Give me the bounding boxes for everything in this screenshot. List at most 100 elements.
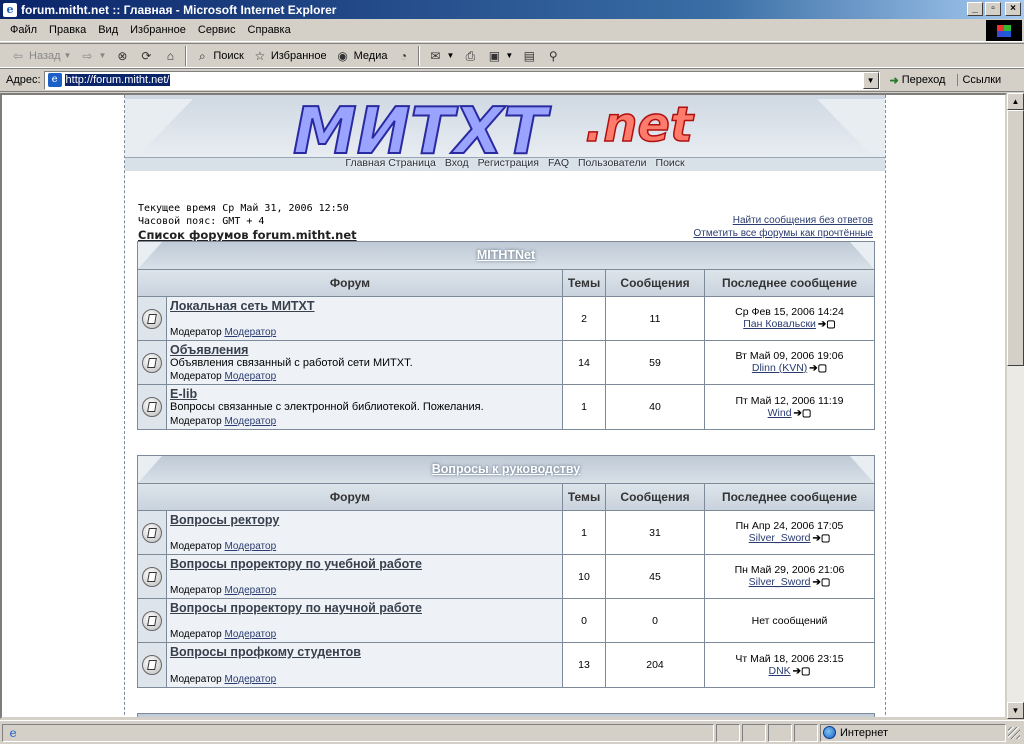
moderator-link[interactable]: Модератор <box>224 629 276 640</box>
moderator-link[interactable]: Модератор <box>224 585 276 596</box>
messenger-button[interactable]: ⚲ <box>541 45 565 67</box>
menu-favorites[interactable]: Избранное <box>124 24 192 36</box>
goto-last-post-icon[interactable]: ➔▢ <box>794 408 812 420</box>
history-button[interactable]: ◔ <box>391 45 415 67</box>
moderator-link[interactable]: Модератор <box>224 541 276 552</box>
forum-topics: 0 <box>563 599 606 642</box>
forward-dropdown-icon[interactable]: ▼ <box>98 51 106 60</box>
mail-dropdown-icon[interactable]: ▼ <box>446 51 454 60</box>
window-titlebar: e forum.mitht.net :: Главная - Microsoft… <box>0 0 1024 19</box>
category-table: Вопросы к руководству Форум Темы Сообщен… <box>137 455 875 688</box>
forum-topics: 2 <box>563 297 606 340</box>
edit-dropdown-icon[interactable]: ▼ <box>505 51 513 60</box>
forum-folder-icon <box>142 655 162 675</box>
vertical-scrollbar[interactable]: ▲ ▼ <box>1007 93 1024 719</box>
go-button[interactable]: ➜ Переход <box>886 74 950 87</box>
goto-last-post-icon[interactable]: ➔▢ <box>809 363 827 375</box>
internet-globe-icon <box>823 726 836 739</box>
menu-edit[interactable]: Правка <box>43 24 92 36</box>
menu-help[interactable]: Справка <box>242 24 297 36</box>
nav-faq[interactable]: FAQ <box>548 157 569 169</box>
unanswered-posts-link[interactable]: Найти сообщения без ответов <box>733 215 873 226</box>
last-post-user[interactable]: Dlinn (KVN) <box>752 362 807 374</box>
goto-last-post-icon[interactable]: ➔▢ <box>813 533 831 545</box>
nav-search[interactable]: Поиск <box>656 157 685 169</box>
forward-button[interactable]: ⇨ ▼ <box>75 45 110 67</box>
forum-name[interactable]: Объявления <box>170 343 559 357</box>
discuss-button[interactable]: ▤ <box>517 45 541 67</box>
moderator-link[interactable]: Модератор <box>224 674 276 685</box>
last-post-user[interactable]: Пан Ковальски <box>743 318 816 330</box>
status-bar: e Интернет <box>0 720 1024 744</box>
goto-last-post-icon[interactable]: ➔▢ <box>818 319 836 331</box>
forum-name[interactable]: E-lib <box>170 387 559 401</box>
forum-name[interactable]: Локальная сеть МИТХТ <box>170 299 559 313</box>
moderator-link[interactable]: Модератор <box>224 416 276 427</box>
menu-bar: Файл Правка Вид Избранное Сервис Справка <box>0 19 1024 42</box>
last-post: Ср Фев 15, 2006 14:24 Пан Ковальски ➔▢ <box>705 297 874 340</box>
moderator-link[interactable]: Модератор <box>224 371 276 382</box>
address-input[interactable]: e http://forum.mitht.net/ ▼ <box>43 70 880 90</box>
current-time: Текущее время Ср Май 31, 2006 12:50 <box>138 203 349 214</box>
nav-members[interactable]: Пользователи <box>578 157 647 169</box>
menu-view[interactable]: Вид <box>92 24 124 36</box>
forum-name[interactable]: Вопросы профкому студентов <box>170 645 559 659</box>
edit-icon: ▣ <box>488 48 501 63</box>
scroll-thumb[interactable] <box>1007 110 1024 366</box>
edit-button[interactable]: ▣ ▼ <box>482 45 517 67</box>
goto-last-post-icon[interactable]: ➔▢ <box>813 577 831 589</box>
media-button[interactable]: ◉ Медиа <box>331 45 392 67</box>
links-button[interactable]: Ссылки <box>957 74 1005 86</box>
site-logo[interactable]: МИТХТ .net <box>293 93 733 159</box>
mail-button[interactable]: ✉ ▼ <box>423 45 458 67</box>
favorites-star-icon: ☆ <box>254 48 266 63</box>
search-button[interactable]: ⌕ Поиск <box>190 45 247 67</box>
close-button[interactable]: × <box>1005 2 1021 16</box>
last-post-user[interactable]: Silver_Sword <box>749 576 811 588</box>
col-topics: Темы <box>563 484 606 510</box>
moderator-link[interactable]: Модератор <box>224 327 276 338</box>
forum-moderator: Модератор Модератор <box>170 327 277 338</box>
nav-register[interactable]: Регистрация <box>478 157 539 169</box>
category-header <box>138 714 874 717</box>
col-posts: Сообщения <box>606 484 705 510</box>
scroll-down-icon[interactable]: ▼ <box>1007 702 1024 719</box>
forum-name[interactable]: Вопросы ректору <box>170 513 559 527</box>
category-title[interactable]: MITHTNet <box>477 248 535 262</box>
stop-button[interactable]: ⊗ <box>110 45 134 67</box>
address-dropdown-icon[interactable]: ▼ <box>862 71 879 89</box>
home-icon: ⌂ <box>166 48 174 63</box>
mark-all-read-link[interactable]: Отметить все форумы как прочтённые <box>694 228 873 239</box>
forum-name[interactable]: Вопросы проректору по учебной работе <box>170 557 559 571</box>
last-post-user[interactable]: Wind <box>768 407 792 419</box>
forum-posts: 11 <box>606 297 705 340</box>
nav-login[interactable]: Вход <box>445 157 469 169</box>
refresh-button[interactable]: ⟳ <box>134 45 158 67</box>
address-url[interactable]: http://forum.mitht.net/ <box>64 74 171 86</box>
go-arrow-icon: ➜ <box>889 74 899 87</box>
back-button[interactable]: ⇦ Назад ▼ <box>6 45 75 67</box>
favorites-button[interactable]: ☆ Избранное <box>248 45 331 67</box>
resize-grip[interactable] <box>1008 726 1020 739</box>
maximize-button[interactable]: ▫ <box>985 2 1001 16</box>
menu-tools[interactable]: Сервис <box>192 24 242 36</box>
zone-label: Интернет <box>840 726 888 739</box>
goto-last-post-icon[interactable]: ➔▢ <box>793 666 811 678</box>
nav-home[interactable]: Главная Страница <box>345 157 435 169</box>
minimize-button[interactable]: _ <box>967 2 983 16</box>
col-forum: Форум <box>138 270 563 296</box>
last-post-user[interactable]: Silver_Sword <box>749 532 811 544</box>
forum-posts: 59 <box>606 341 705 384</box>
category-title[interactable]: Вопросы к руководству <box>432 462 580 476</box>
back-dropdown-icon[interactable]: ▼ <box>64 51 72 60</box>
print-button[interactable]: ⎙ <box>458 45 482 67</box>
scroll-up-icon[interactable]: ▲ <box>1007 93 1024 110</box>
toolbar-separator <box>185 45 188 66</box>
menu-file[interactable]: Файл <box>4 24 43 36</box>
home-button[interactable]: ⌂ <box>158 45 182 67</box>
forum-page: МИТХТ .net Главная Страница Вход Регистр… <box>124 93 886 717</box>
forum-name[interactable]: Вопросы проректору по научной работе <box>170 601 559 615</box>
messenger-icon: ⚲ <box>548 48 558 63</box>
forum-posts: 40 <box>606 385 705 429</box>
last-post-user[interactable]: DNK <box>769 665 791 677</box>
